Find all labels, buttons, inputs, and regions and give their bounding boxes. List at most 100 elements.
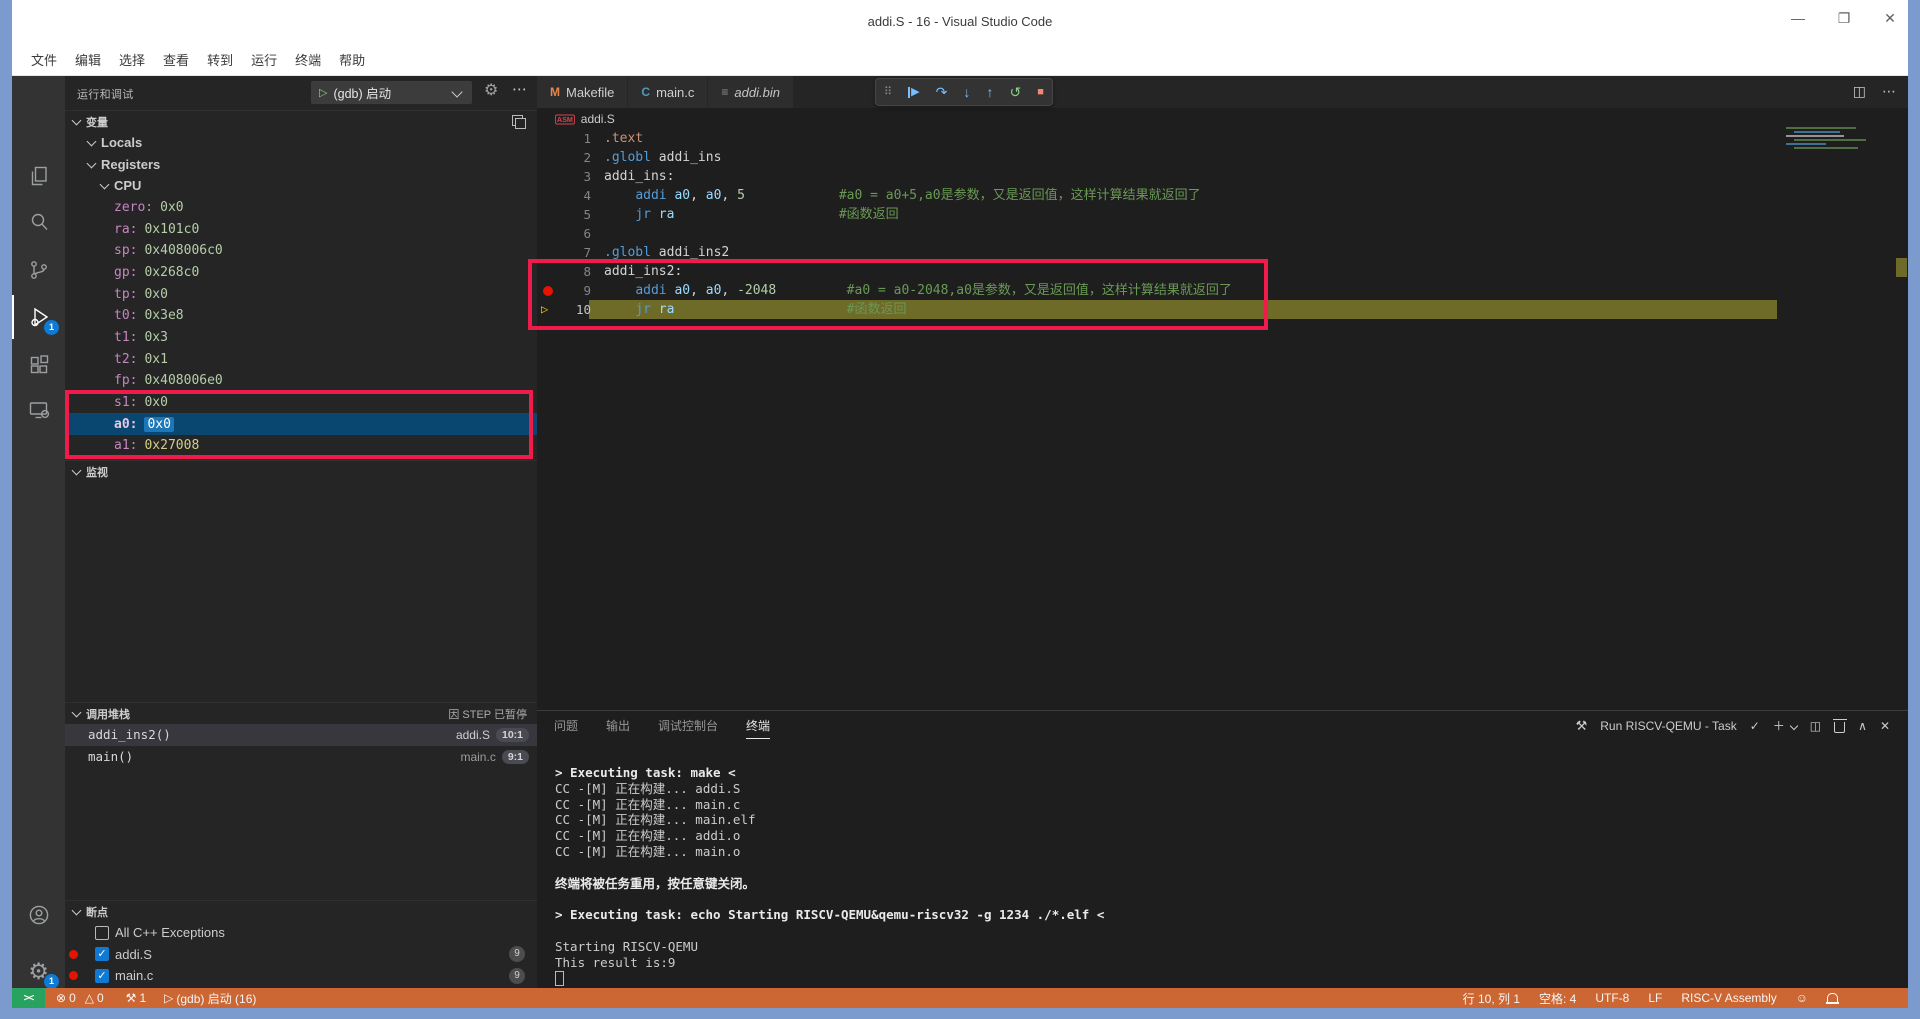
panel-tab-问题[interactable]: 问题 (554, 717, 578, 739)
call-stack-list: addi_ins2() addi.S 10:1 main() main.c 9:1 (65, 724, 537, 767)
step-into-icon[interactable]: ↓ (963, 85, 970, 99)
code-line-1[interactable]: 1 .text (537, 129, 1908, 148)
call-stack-label: 调用堆栈 (86, 708, 130, 721)
debug-session-status[interactable]: ▷ (gdb) 启动 (16) (164, 990, 256, 1007)
explorer-icon[interactable] (12, 154, 65, 198)
call-stack-section-header[interactable]: 调用堆栈 因 STEP 已暂停 (65, 702, 537, 725)
register-row-tp[interactable]: tp: 0x0 (65, 283, 537, 305)
menu-item-文件[interactable]: 文件 (22, 46, 66, 73)
source-control-icon[interactable] (12, 248, 65, 292)
kill-terminal-icon[interactable] (1832, 718, 1847, 733)
bottom-panel: 问题 输出 调试控制台 终端 ⚒ Run RISCV-QEMU - Task ✓ ＋ … (537, 710, 1908, 988)
launch-config-dropdown[interactable]: ▷ (gdb) 启动 (311, 81, 472, 104)
register-row-t2[interactable]: t2: 0x1 (65, 348, 537, 370)
maximize-panel-icon[interactable]: ∧ (1858, 719, 1867, 733)
restore-button[interactable]: ❐ (1834, 10, 1854, 27)
menu-item-转到[interactable]: 转到 (198, 46, 242, 73)
panel-tab-输出[interactable]: 输出 (606, 717, 630, 739)
code-line-3[interactable]: 3 addi_ins: (537, 167, 1908, 186)
minimize-button[interactable]: — (1788, 10, 1808, 27)
breadcrumb[interactable]: ASM addi.S (537, 108, 1908, 130)
code-line-5[interactable]: 5 jr ra #函数返回 (537, 205, 1908, 224)
breakpoint-checkbox[interactable]: ✓ (95, 968, 109, 983)
encoding-indicator[interactable]: UTF-8 (1595, 991, 1629, 1005)
register-row-t0[interactable]: t0: 0x3e8 (65, 305, 537, 327)
tab-addi.bin[interactable]: ≡ addi.bin (708, 76, 794, 108)
drag-handle-icon[interactable]: ⠿ (884, 86, 892, 98)
terminal-dropdown-icon[interactable] (1789, 721, 1799, 730)
breadcrumb-file[interactable]: addi.S (581, 112, 615, 126)
panel-tab-终端[interactable]: 终端 (746, 717, 771, 739)
code-line-2[interactable]: 2 .globl addi_ins (537, 148, 1908, 167)
step-out-icon[interactable]: ↑ (986, 85, 993, 99)
minimap[interactable] (1786, 127, 1872, 159)
remote-indicator[interactable]: >< (12, 988, 45, 1008)
panel-tab-调试控制台[interactable]: 调试控制台 (658, 717, 718, 739)
menu-item-终端[interactable]: 终端 (286, 46, 330, 73)
tab-Makefile[interactable]: M Makefile (537, 76, 629, 108)
menu-item-运行[interactable]: 运行 (242, 46, 286, 73)
register-row-ra[interactable]: ra: 0x101c0 (65, 218, 537, 240)
status-bar: >< ⊗ 0 △ 0 ⚒ 1 ▷ (gdb) 启动 (16) 行 10, 列 1… (12, 988, 1908, 1008)
editor-more-icon[interactable]: ⋯ (1882, 83, 1896, 100)
code-line-6[interactable]: 6 (537, 224, 1908, 243)
extensions-icon[interactable] (12, 343, 65, 387)
stack-frame-main()[interactable]: main() main.c 9:1 (65, 746, 537, 768)
split-terminal-icon[interactable]: ◫ (1810, 719, 1821, 733)
new-terminal-icon[interactable]: ＋ (1773, 717, 1785, 734)
variables-group-Locals[interactable]: Locals (65, 132, 537, 154)
variables-group-CPU[interactable]: CPU (65, 175, 537, 197)
settings-gear-icon[interactable]: ⚙ 1 (12, 949, 65, 993)
terminal-line: CC -[M] 正在构建... main.o (555, 843, 741, 859)
variables-section-header[interactable]: 变量 (65, 110, 537, 133)
register-name: gp: (114, 264, 138, 280)
register-row-sp[interactable]: sp: 0x408006c0 (65, 240, 537, 262)
terminal-output[interactable]: > Executing task: make < CC -[M] 正在构建... … (555, 765, 1888, 987)
more-actions-icon[interactable]: ⋯ (512, 80, 528, 98)
eol-indicator[interactable]: LF (1648, 991, 1662, 1005)
language-indicator[interactable]: RISC-V Assembly (1681, 991, 1776, 1005)
remote-explorer-icon[interactable] (12, 388, 65, 432)
tab-main.c[interactable]: Cmain.c (628, 76, 709, 108)
watch-section-header[interactable]: 监视 (65, 460, 537, 483)
variables-group-Registers[interactable]: Registers (65, 153, 537, 175)
close-button[interactable]: ✕ (1880, 10, 1900, 27)
code-line-4[interactable]: 4 addi a0, a0, 5 #a0 = a0+5,a0是参数，又是返回值，… (537, 186, 1908, 205)
breakpoint-item-All C++ Exceptions[interactable]: All C++ Exceptions (65, 922, 537, 944)
account-icon[interactable] (12, 893, 65, 937)
run-and-debug-icon[interactable]: 1 (12, 295, 65, 339)
running-tasks-status[interactable]: ⚒ 1 (126, 991, 146, 1005)
menu-item-查看[interactable]: 查看 (154, 46, 198, 73)
problems-status[interactable]: ⊗ 0 △ 0 (56, 991, 104, 1005)
line-col-indicator[interactable]: 行 10, 列 1 (1463, 990, 1520, 1007)
split-editor-icon[interactable]: ◫ (1853, 83, 1866, 100)
feedback-icon[interactable]: ☺ (1796, 991, 1808, 1005)
register-row-gp[interactable]: gp: 0x268c0 (65, 262, 537, 284)
continue-icon[interactable]: ▶ (908, 86, 920, 98)
line-content: jr ra #函数返回 (635, 207, 899, 222)
breakpoint-item-addi.S[interactable]: ✓ addi.S 9 (65, 944, 537, 966)
menu-item-帮助[interactable]: 帮助 (330, 46, 374, 73)
stack-frame-addi_ins2()[interactable]: addi_ins2() addi.S 10:1 (65, 724, 537, 746)
register-row-fp[interactable]: fp: 0x408006e0 (65, 370, 537, 392)
search-icon[interactable] (12, 200, 65, 244)
breakpoints-section-header[interactable]: 断点 (65, 900, 537, 923)
register-row-t1[interactable]: t1: 0x3 (65, 327, 537, 349)
restart-icon[interactable]: ↺ (1010, 85, 1022, 99)
breakpoint-item-main.c[interactable]: ✓ main.c 9 (65, 965, 537, 987)
indentation-indicator[interactable]: 空格: 4 (1539, 990, 1576, 1007)
breakpoint-checkbox[interactable] (95, 925, 109, 940)
notifications-bell-icon[interactable] (1826, 992, 1839, 1004)
breakpoint-label: addi.S (115, 946, 152, 962)
register-name: t2: (114, 351, 138, 367)
debug-gear-icon[interactable]: ⚙ (484, 83, 498, 99)
menu-item-编辑[interactable]: 编辑 (66, 46, 110, 73)
step-over-icon[interactable]: ↷ (936, 85, 948, 99)
stop-icon[interactable]: ■ (1037, 86, 1044, 98)
terminal-task-label[interactable]: Run RISCV-QEMU - Task (1600, 719, 1736, 733)
close-panel-icon[interactable]: ✕ (1880, 719, 1890, 733)
menu-item-选择[interactable]: 选择 (110, 46, 154, 73)
collapse-all-icon[interactable] (512, 115, 526, 129)
register-row-zero[interactable]: zero: 0x0 (65, 197, 537, 219)
breakpoint-checkbox[interactable]: ✓ (95, 947, 109, 962)
